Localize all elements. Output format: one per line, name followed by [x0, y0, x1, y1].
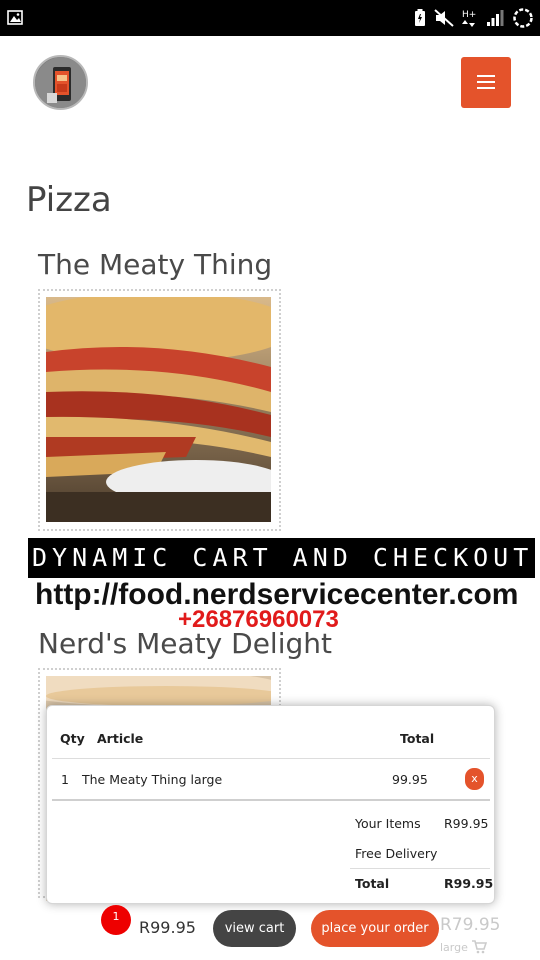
- category-title: Pizza: [26, 180, 112, 220]
- background-size: large: [440, 941, 468, 954]
- menu-button[interactable]: [461, 57, 511, 108]
- image-icon: [7, 10, 23, 25]
- product-title[interactable]: The Meaty Thing: [38, 248, 272, 281]
- remove-item-button[interactable]: x: [465, 768, 484, 790]
- place-order-button[interactable]: place your order: [311, 910, 439, 947]
- cart-popup: Qty Article Total 1 The Meaty Thing larg…: [46, 705, 495, 904]
- cart-count-badge: 1: [101, 905, 131, 935]
- article-header: Article: [97, 731, 144, 746]
- signal-icon: [487, 10, 504, 26]
- logo-icon[interactable]: [33, 55, 88, 110]
- hamburger-icon: [477, 75, 495, 77]
- item-article: The Meaty Thing large: [82, 772, 223, 787]
- mute-icon: [434, 9, 454, 27]
- loading-icon: [513, 8, 533, 28]
- divider: [52, 758, 490, 759]
- cart-icon: [472, 940, 487, 954]
- divider: [52, 799, 490, 801]
- view-cart-button[interactable]: view cart: [213, 910, 296, 947]
- delivery-label: Free Delivery: [355, 846, 438, 861]
- total-header: Total: [400, 731, 435, 746]
- total-label: Total: [355, 876, 390, 891]
- cart-total: R99.95: [139, 918, 196, 937]
- divider: [350, 868, 490, 869]
- your-items-label: Your Items: [355, 816, 421, 831]
- item-total: 99.95: [392, 772, 428, 787]
- phone-number: +26876960073: [178, 606, 339, 633]
- network-type-icon: H+: [462, 10, 476, 27]
- qty-header: Qty: [60, 731, 85, 746]
- total-value: R99.95: [444, 876, 494, 891]
- network-type-label: H+: [462, 10, 476, 20]
- battery-icon: [415, 9, 425, 26]
- background-price: R79.95: [440, 915, 501, 935]
- status-bar: H+: [0, 0, 540, 36]
- item-qty: 1: [61, 772, 69, 787]
- your-items-value: R99.95: [444, 816, 489, 831]
- product-image[interactable]: [38, 289, 281, 531]
- promo-banner: DYNAMIC CART AND CHECKOUT: [28, 538, 535, 578]
